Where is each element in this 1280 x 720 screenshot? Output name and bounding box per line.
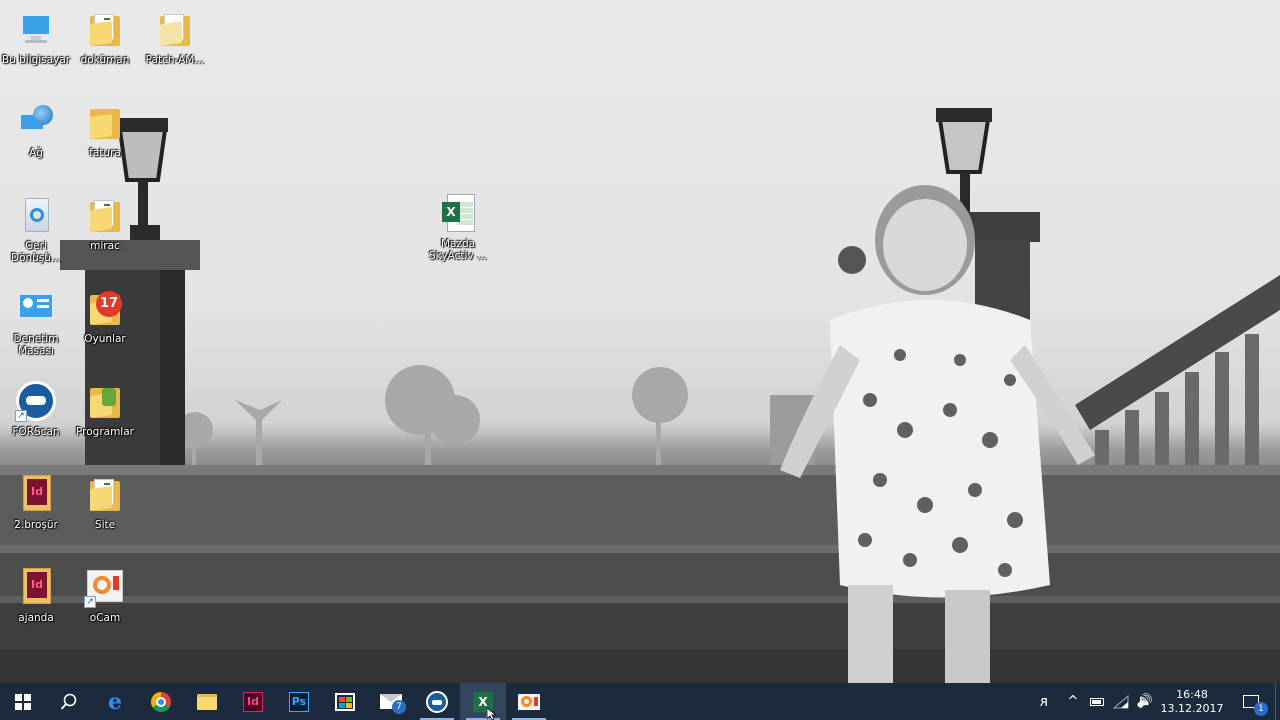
computer-icon: [15, 8, 57, 50]
desktop-icon-label: Geri Dönüşü...: [11, 240, 61, 264]
indesign-file-icon: Id: [15, 473, 57, 515]
network-button[interactable]: [1109, 683, 1133, 720]
desktop-icon-control-panel[interactable]: Denetim Masası: [0, 287, 72, 357]
taskbar-chrome-button[interactable]: [138, 683, 184, 720]
folder-icon: [84, 194, 126, 236]
desktop-icon-label: FORScan: [12, 426, 60, 438]
desktop-wallpaper: [0, 0, 1280, 683]
edge-icon: e: [108, 688, 122, 715]
ocam-icon: [518, 693, 540, 710]
desktop-icon-mirac[interactable]: mirac: [69, 194, 141, 252]
people-button[interactable]: ᴙ: [1027, 683, 1061, 720]
indesign-file-icon: Id: [15, 566, 57, 608]
search-button[interactable]: [46, 683, 92, 720]
desktop-icon-this-pc[interactable]: Bu bilgisayar: [0, 8, 72, 66]
search-icon: [60, 693, 77, 710]
ocam-icon: ↗: [84, 566, 126, 608]
folder-icon: [197, 693, 217, 710]
games-folder-icon: 17: [84, 287, 126, 329]
system-tray: ᴙ ^ 🔊 16:48 13.12.2017 1: [1027, 683, 1280, 720]
taskbar: e Id Ps 7 X ᴙ ^ 🔊 16:48 13.12.2017 1: [0, 683, 1280, 720]
excel-file-icon: X: [437, 192, 479, 234]
desktop-icon-label: fatura: [89, 147, 121, 159]
desktop-icon-ocam[interactable]: ↗ oCam: [69, 566, 141, 624]
chevron-up-icon: ^: [1067, 694, 1079, 709]
desktop-icon-dokuman[interactable]: doküman: [69, 8, 141, 66]
mouse-cursor: [487, 708, 497, 720]
mail-badge: 7: [392, 700, 406, 714]
desktop-icon-label: 2.broşür: [14, 519, 58, 531]
desktop-icon-fatura[interactable]: fatura: [69, 101, 141, 159]
desktop-icon-label: ajanda: [18, 612, 54, 624]
taskbar-photoshop-button[interactable]: Ps: [276, 683, 322, 720]
desktop-icon-label: Patch-AM...: [145, 54, 205, 66]
taskbar-store-button[interactable]: [322, 683, 368, 720]
folder-icon: [84, 101, 126, 143]
photoshop-icon: Ps: [289, 691, 309, 712]
volume-button[interactable]: 🔊: [1133, 683, 1157, 720]
recycle-bin-icon: [15, 194, 57, 236]
desktop-icon-label: Bu bilgisayar: [1, 54, 71, 66]
desktop-icon-brosur[interactable]: Id 2.broşür: [0, 473, 72, 531]
programs-folder-icon: [84, 380, 126, 422]
desktop-icon-recycle-bin[interactable]: Geri Dönüşü...: [0, 194, 72, 264]
folder-icon: [84, 473, 126, 515]
desktop-icon-ajanda[interactable]: Id ajanda: [0, 566, 72, 624]
wifi-icon: [1113, 694, 1129, 708]
clock-date: 13.12.2017: [1160, 701, 1224, 715]
desktop-icon-label: oCam: [89, 612, 121, 624]
start-button[interactable]: [0, 683, 46, 720]
control-panel-icon: [15, 287, 57, 329]
indesign-icon: Id: [243, 691, 263, 712]
people-icon: ᴙ: [1039, 693, 1049, 710]
show-desktop-button[interactable]: [1275, 683, 1280, 720]
desktop-icon-network[interactable]: Ağ: [0, 101, 72, 159]
desktop-icon-label: Ağ: [29, 147, 43, 159]
taskbar-ocam-button[interactable]: [506, 683, 552, 720]
chrome-icon: [151, 691, 171, 712]
taskbar-excel-button[interactable]: X: [460, 683, 506, 720]
taskbar-edge-button[interactable]: e: [92, 683, 138, 720]
store-icon: [335, 692, 355, 711]
action-center-button[interactable]: 1: [1227, 683, 1275, 720]
desktop-icon-label: Mazda SkyActiv ...: [429, 238, 487, 262]
taskbar-file-explorer-button[interactable]: [184, 683, 230, 720]
folder-icon: [84, 8, 126, 50]
desktop-icon-oyunlar[interactable]: 17 Oyunlar: [69, 287, 141, 345]
desktop-icon-label: Programlar: [76, 426, 134, 438]
wallpaper-scene: [0, 108, 1280, 683]
battery-icon: [1090, 697, 1104, 706]
desktop-icon-label: Denetim Masası: [13, 333, 59, 357]
battery-button[interactable]: [1085, 683, 1109, 720]
desktop-icon-label: Site: [94, 519, 116, 531]
desktop-icon-mazda-skyactiv[interactable]: X Mazda SkyActiv ...: [422, 192, 494, 262]
taskbar-forscan-button[interactable]: [414, 683, 460, 720]
windows-start-icon: [15, 693, 31, 710]
desktop-icon-label: mirac: [90, 240, 120, 252]
desktop-icon-forscan[interactable]: ↗ FORScan: [0, 380, 72, 438]
clock-time: 16:48: [1176, 687, 1208, 701]
desktop-icon-programlar[interactable]: Programlar: [69, 380, 141, 438]
desktop-icon-site[interactable]: Site: [69, 473, 141, 531]
network-icon: [15, 101, 57, 143]
forscan-icon: [426, 690, 448, 713]
desktop-icon-patch-am[interactable]: Patch-AM...: [139, 8, 211, 66]
show-hidden-icons-button[interactable]: ^: [1061, 683, 1085, 720]
desktop-icon-label: Oyunlar: [84, 333, 126, 345]
desktop-icon-label: doküman: [80, 54, 130, 66]
folder-icon: [154, 8, 196, 50]
taskbar-mail-button[interactable]: 7: [368, 683, 414, 720]
notification-icon: 1: [1243, 695, 1268, 716]
forscan-icon: ↗: [15, 380, 57, 422]
clock[interactable]: 16:48 13.12.2017: [1157, 688, 1227, 716]
speaker-icon: 🔊: [1136, 694, 1154, 709]
taskbar-indesign-button[interactable]: Id: [230, 683, 276, 720]
notification-count: 1: [1254, 702, 1268, 716]
